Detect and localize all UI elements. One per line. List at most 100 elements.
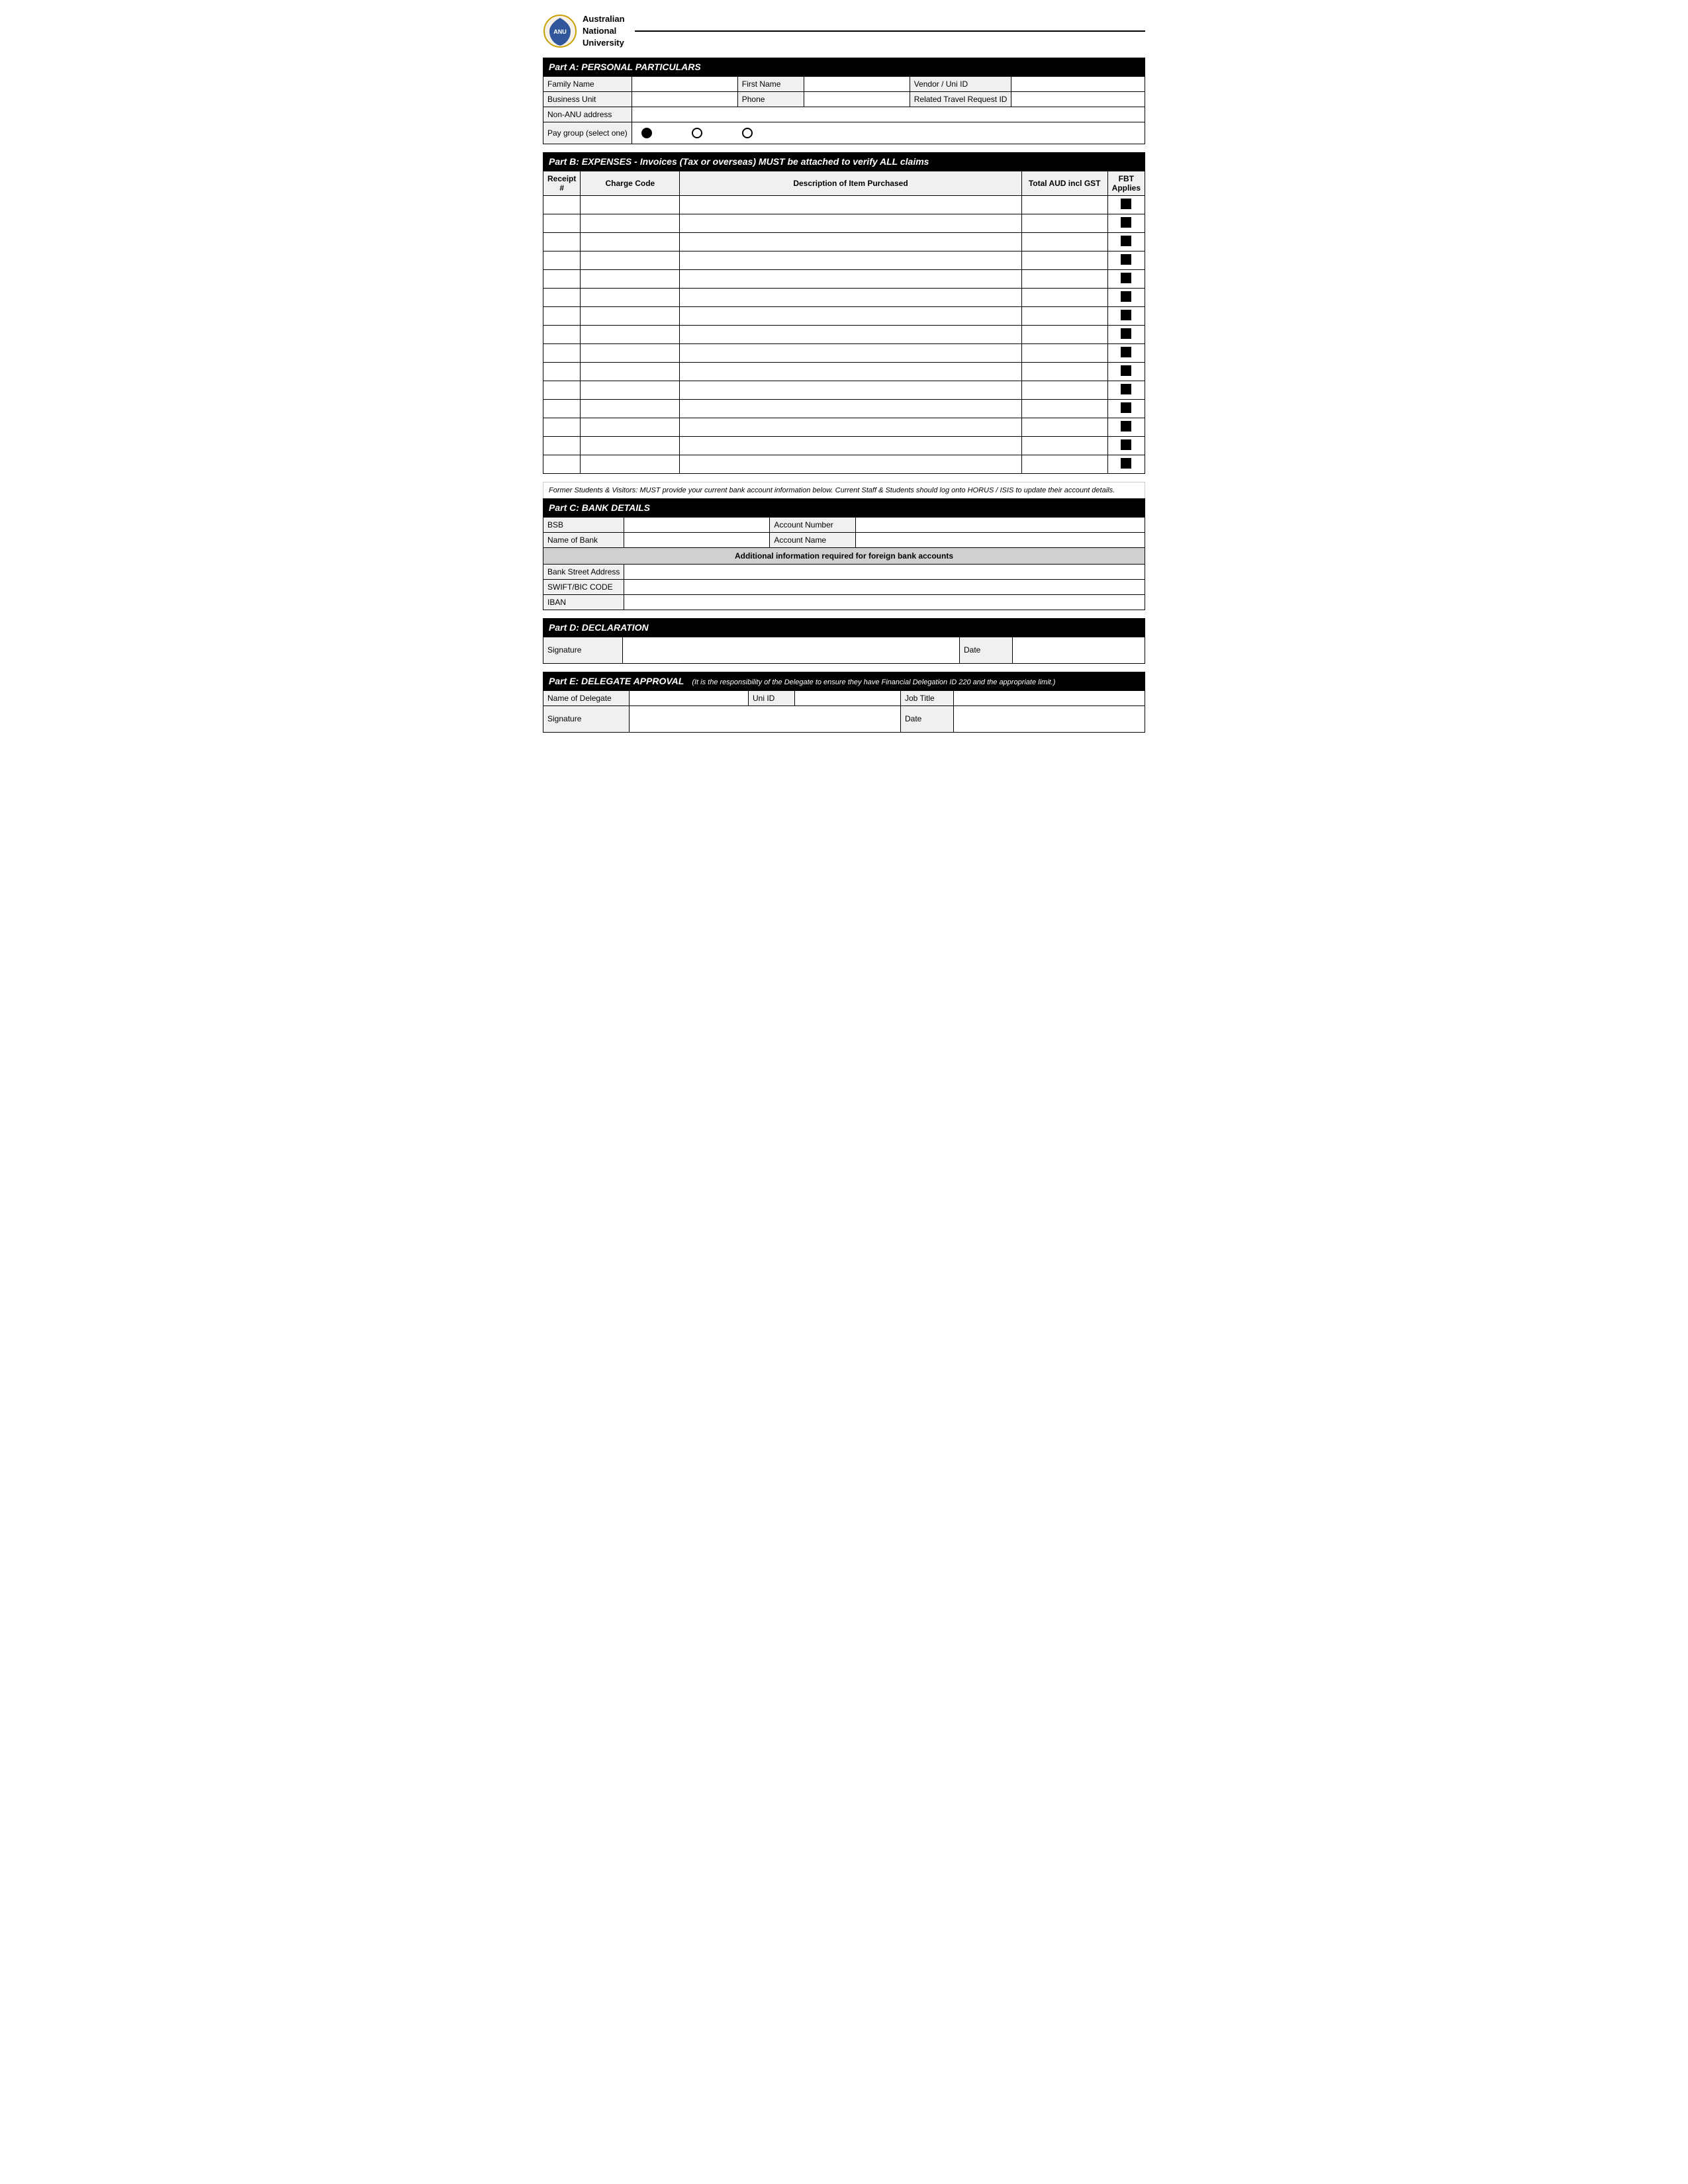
part-e-table: Name of Delegate Uni ID Job Title Signat… — [543, 690, 1145, 733]
pay-group-options — [632, 122, 1145, 144]
svg-text:ANU: ANU — [553, 28, 567, 35]
fbt-checkbox[interactable] — [1121, 273, 1131, 283]
fbt-checkbox[interactable] — [1121, 291, 1131, 302]
fbt-checkbox[interactable] — [1121, 402, 1131, 413]
job-title-value[interactable] — [954, 690, 1145, 705]
date-value[interactable] — [1013, 637, 1145, 663]
fbt-checkbox[interactable] — [1121, 328, 1131, 339]
col-charge: Charge Code — [581, 171, 680, 195]
part-d-header: Part D: DECLARATION — [543, 618, 1145, 637]
delegate-date-value[interactable] — [954, 705, 1145, 732]
delegate-signature-label: Signature — [543, 705, 630, 732]
fbt-checkbox[interactable] — [1121, 347, 1131, 357]
bank-notice: Former Students & Visitors: MUST provide… — [543, 482, 1145, 498]
col-receipt: Receipt# — [543, 171, 581, 195]
non-anu-label: Non-ANU address — [543, 107, 632, 122]
part-d-table: Signature Date — [543, 637, 1145, 664]
table-row — [543, 306, 1145, 325]
part-a-table: Family Name First Name Vendor / Uni ID B… — [543, 76, 1145, 144]
fbt-checkbox[interactable] — [1121, 199, 1131, 209]
part-a-header: Part A: PERSONAL PARTICULARS — [543, 58, 1145, 76]
part-e-title: Part E: DELEGATE APPROVAL — [549, 676, 684, 686]
account-name-value[interactable] — [856, 532, 1145, 547]
name-of-bank-label: Name of Bank — [543, 532, 624, 547]
radio-option-1[interactable] — [641, 128, 652, 138]
part-e-header: Part E: DELEGATE APPROVAL (It is the res… — [543, 672, 1145, 690]
table-row: Signature Date — [543, 705, 1145, 732]
business-unit-value[interactable] — [632, 91, 737, 107]
name-of-bank-value[interactable] — [624, 532, 770, 547]
col-fbt: FBTApplies — [1107, 171, 1145, 195]
table-header-row: Receipt# Charge Code Description of Item… — [543, 171, 1145, 195]
fbt-checkbox[interactable] — [1121, 254, 1131, 265]
family-name-value[interactable] — [632, 76, 737, 91]
radio-option-3[interactable] — [742, 128, 753, 138]
radio-button-2[interactable] — [692, 128, 702, 138]
fbt-checkbox[interactable] — [1121, 217, 1131, 228]
table-row — [543, 232, 1145, 251]
swift-value[interactable] — [624, 579, 1145, 594]
table-row — [543, 436, 1145, 455]
delegate-date-label: Date — [901, 705, 954, 732]
uni-id-label: Uni ID — [749, 690, 795, 705]
date-label: Date — [960, 637, 1013, 663]
col-description: Description of Item Purchased — [680, 171, 1021, 195]
university-name: Australian National University — [583, 13, 625, 50]
foreign-bank-header-row: Additional information required for fore… — [543, 547, 1145, 564]
iban-label: IBAN — [543, 594, 624, 610]
job-title-label: Job Title — [901, 690, 954, 705]
account-number-value[interactable] — [856, 517, 1145, 532]
vendor-id-label: Vendor / Uni ID — [910, 76, 1011, 91]
table-row: Pay group (select one) — [543, 122, 1145, 144]
delegate-name-value[interactable] — [630, 690, 749, 705]
part-c-table: BSB Account Number Name of Bank Account … — [543, 517, 1145, 610]
logo-area: ANU Australian National University — [543, 13, 625, 50]
table-row: Non-ANU address — [543, 107, 1145, 122]
table-row — [543, 418, 1145, 436]
signature-label: Signature — [543, 637, 623, 663]
fbt-checkbox[interactable] — [1121, 236, 1131, 246]
fbt-checkbox[interactable] — [1121, 421, 1131, 432]
non-anu-value[interactable] — [632, 107, 1145, 122]
bsb-value[interactable] — [624, 517, 770, 532]
table-row: BSB Account Number — [543, 517, 1145, 532]
part-a-section: Part A: PERSONAL PARTICULARS Family Name… — [543, 58, 1145, 144]
part-c-section: Part C: BANK DETAILS BSB Account Number … — [543, 498, 1145, 610]
fbt-checkbox[interactable] — [1121, 384, 1131, 394]
account-name-label: Account Name — [770, 532, 856, 547]
vendor-id-value[interactable] — [1011, 76, 1145, 91]
table-row: Signature Date — [543, 637, 1145, 663]
table-row: Business Unit Phone Related Travel Reque… — [543, 91, 1145, 107]
iban-value[interactable] — [624, 594, 1145, 610]
phone-value[interactable] — [804, 91, 910, 107]
fbt-checkbox[interactable] — [1121, 365, 1131, 376]
fbt-checkbox[interactable] — [1121, 458, 1131, 469]
first-name-value[interactable] — [804, 76, 910, 91]
table-row — [543, 214, 1145, 232]
page-header: ANU Australian National University — [543, 13, 1145, 50]
radio-option-2[interactable] — [692, 128, 702, 138]
uni-id-value[interactable] — [795, 690, 901, 705]
table-row — [543, 325, 1145, 343]
signature-value[interactable] — [623, 637, 960, 663]
family-name-label: Family Name — [543, 76, 632, 91]
table-row: Name of Bank Account Name — [543, 532, 1145, 547]
bank-street-value[interactable] — [624, 564, 1145, 579]
fbt-checkbox[interactable] — [1121, 310, 1131, 320]
radio-button-3[interactable] — [742, 128, 753, 138]
table-row — [543, 362, 1145, 381]
table-row: IBAN — [543, 594, 1145, 610]
part-c-header: Part C: BANK DETAILS — [543, 498, 1145, 517]
delegate-signature-value[interactable] — [630, 705, 901, 732]
table-row: SWIFT/BIC CODE — [543, 579, 1145, 594]
fbt-checkbox[interactable] — [1121, 439, 1131, 450]
table-row: Family Name First Name Vendor / Uni ID — [543, 76, 1145, 91]
swift-label: SWIFT/BIC CODE — [543, 579, 624, 594]
first-name-label: First Name — [737, 76, 804, 91]
phone-label: Phone — [737, 91, 804, 107]
travel-request-value[interactable] — [1011, 91, 1145, 107]
radio-button-1[interactable] — [641, 128, 652, 138]
header-divider — [635, 30, 1145, 32]
bank-street-label: Bank Street Address — [543, 564, 624, 579]
delegate-name-label: Name of Delegate — [543, 690, 630, 705]
